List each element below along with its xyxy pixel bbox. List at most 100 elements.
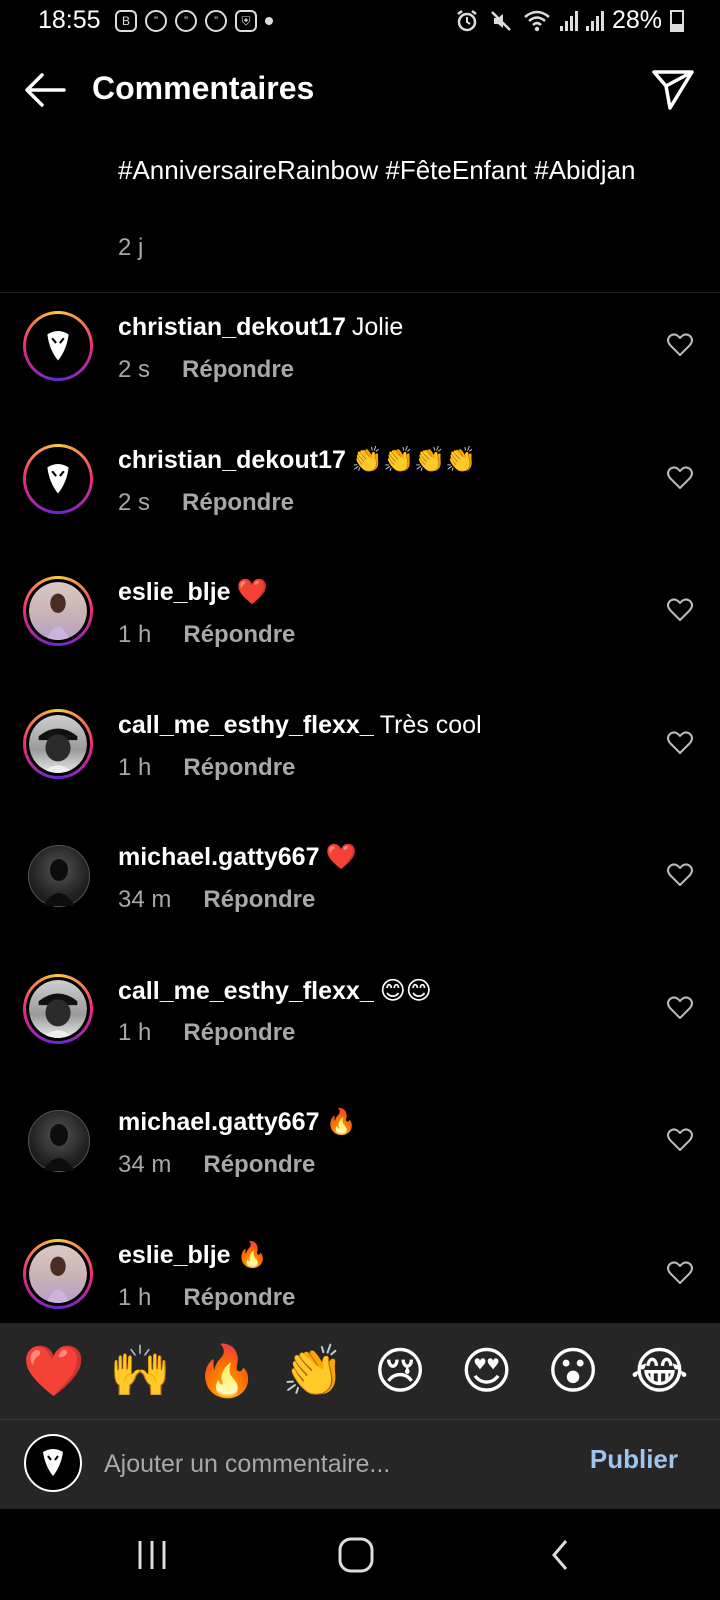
avatar[interactable] bbox=[23, 1238, 93, 1309]
mute-icon bbox=[491, 10, 511, 31]
comment-row[interactable]: eslie_blje 🔥 1 h Répondre bbox=[0, 1221, 720, 1324]
avatar[interactable] bbox=[23, 708, 93, 779]
heart-icon[interactable] bbox=[666, 861, 694, 889]
reply-button[interactable]: Répondre bbox=[183, 621, 295, 649]
comments-list[interactable]: christian_dekout17 Jolie 2 s Répondre christ… bbox=[0, 293, 720, 1323]
emoji-button[interactable]: 😍 bbox=[455, 1341, 519, 1401]
system-nav-bar bbox=[0, 1509, 720, 1600]
comment-row[interactable]: call_me_esthy_flexx_ Très cool 1 h Répondre bbox=[0, 691, 720, 826]
comment-username[interactable]: michael.gatty667 bbox=[118, 1108, 320, 1136]
emoji-button[interactable]: 🙌 bbox=[109, 1341, 173, 1401]
emoji-button[interactable]: 😂 bbox=[628, 1341, 692, 1401]
reply-button[interactable]: Répondre bbox=[183, 1019, 295, 1047]
comment-username[interactable]: christian_dekout17 bbox=[118, 446, 346, 474]
comment-time: 1 h bbox=[118, 753, 152, 781]
comment-body: michael.gatty667 🔥 bbox=[118, 1108, 357, 1137]
page-title: Commentaires bbox=[92, 70, 315, 106]
comment-username[interactable]: michael.gatty667 bbox=[118, 843, 320, 871]
comment-username[interactable]: call_me_esthy_flexx_ bbox=[118, 977, 374, 1005]
b-app-icon: B bbox=[115, 10, 137, 32]
recents-icon[interactable] bbox=[122, 1531, 182, 1579]
comment-meta: 2 s Répondre bbox=[118, 489, 294, 517]
quote-icon: ” bbox=[175, 10, 197, 32]
emoji-button[interactable]: 😮 bbox=[541, 1341, 605, 1401]
heart-icon[interactable] bbox=[666, 1126, 694, 1154]
avatar[interactable] bbox=[28, 845, 90, 907]
comment-body: call_me_esthy_flexx_ 😊😊 bbox=[118, 976, 432, 1006]
alarm-icon bbox=[457, 9, 477, 31]
quote-icon: ” bbox=[145, 10, 167, 32]
heart-icon[interactable] bbox=[666, 729, 694, 757]
comment-body: michael.gatty667 ❤️ bbox=[118, 843, 357, 872]
reply-button[interactable]: Répondre bbox=[203, 886, 315, 914]
heart-icon[interactable] bbox=[666, 464, 694, 492]
comment-meta: 34 m Répondre bbox=[118, 1151, 315, 1179]
home-icon[interactable] bbox=[326, 1531, 386, 1579]
comment-time: 1 h bbox=[118, 1018, 152, 1046]
comment-body: call_me_esthy_flexx_ Très cool bbox=[118, 711, 482, 740]
heart-icon[interactable] bbox=[666, 596, 694, 624]
avatar[interactable] bbox=[23, 576, 93, 646]
comment-row[interactable]: christian_dekout17 👏👏👏👏 2 s Répondre bbox=[0, 426, 720, 561]
comment-text: 🔥 bbox=[325, 1108, 357, 1136]
reply-button[interactable]: Répondre bbox=[182, 356, 294, 384]
send-icon[interactable] bbox=[648, 64, 698, 114]
quote-icon: ” bbox=[205, 10, 227, 32]
emoji-button[interactable]: ❤️ bbox=[22, 1341, 86, 1401]
heart-icon[interactable] bbox=[666, 331, 694, 359]
reply-button[interactable]: Répondre bbox=[183, 1284, 295, 1312]
status-time: 18:55 bbox=[38, 6, 101, 34]
comment-meta: 1 h Répondre bbox=[118, 1019, 295, 1047]
back-arrow-icon[interactable] bbox=[20, 68, 70, 112]
battery-icon bbox=[670, 9, 684, 32]
comment-username[interactable]: eslie_blje bbox=[118, 1241, 231, 1269]
comment-meta: 1 h Répondre bbox=[118, 621, 295, 649]
comment-row[interactable]: michael.gatty667 ❤️ 34 m Répondre bbox=[0, 823, 720, 958]
avatar[interactable] bbox=[23, 311, 93, 381]
more-notifications-dot bbox=[265, 17, 273, 25]
reply-button[interactable]: Répondre bbox=[203, 1151, 315, 1179]
publish-button[interactable]: Publier bbox=[590, 1444, 678, 1475]
emoji-button[interactable]: 😢 bbox=[368, 1341, 432, 1401]
comment-body: christian_dekout17 👏👏👏👏 bbox=[118, 446, 476, 475]
emoji-button[interactable]: 🔥 bbox=[195, 1341, 259, 1401]
comment-text: 😊😊 bbox=[379, 976, 432, 1005]
notification-icons: B ” ” ” ⛨ bbox=[115, 10, 273, 32]
comment-row[interactable]: call_me_esthy_flexx_ 😊😊 1 h Répondre bbox=[0, 956, 720, 1091]
comment-body: eslie_blje ❤️ bbox=[118, 578, 268, 607]
emoji-quick-bar: ❤️ 🙌 🔥 👏 😢 😍 😮 😂 bbox=[0, 1323, 720, 1419]
reply-button[interactable]: Répondre bbox=[183, 754, 295, 782]
comment-meta: 1 h Répondre bbox=[118, 1284, 295, 1312]
avatar bbox=[24, 1434, 82, 1492]
mask-avatar-icon bbox=[43, 1449, 63, 1476]
comment-username[interactable]: christian_dekout17 bbox=[118, 313, 346, 341]
back-icon[interactable] bbox=[530, 1531, 590, 1579]
comment-meta: 2 s Répondre bbox=[118, 356, 294, 384]
comment-text: Jolie bbox=[351, 313, 404, 341]
comment-text: ❤️ bbox=[236, 578, 268, 606]
comment-row[interactable]: michael.gatty667 🔥 34 m Répondre bbox=[0, 1088, 720, 1223]
post-caption: #AnniversaireRainbow #FêteEnfant #Abidja… bbox=[118, 155, 636, 185]
heart-icon[interactable] bbox=[666, 994, 694, 1022]
heart-icon[interactable] bbox=[666, 1259, 694, 1287]
avatar[interactable] bbox=[28, 1110, 90, 1172]
comment-row[interactable]: eslie_blje ❤️ 1 h Répondre bbox=[0, 558, 720, 693]
comment-composer: Publier bbox=[0, 1419, 720, 1510]
comment-time: 34 m bbox=[118, 886, 172, 913]
comment-row[interactable]: christian_dekout17 Jolie 2 s Répondre bbox=[0, 293, 720, 428]
comment-username[interactable]: call_me_esthy_flexx_ bbox=[118, 711, 374, 739]
reply-button[interactable]: Répondre bbox=[182, 489, 294, 517]
comment-input[interactable] bbox=[102, 1434, 566, 1494]
comment-time: 2 s bbox=[118, 356, 151, 383]
avatar[interactable] bbox=[23, 973, 93, 1044]
emoji-button[interactable]: 👏 bbox=[282, 1341, 346, 1401]
avatar[interactable] bbox=[23, 443, 93, 514]
comment-meta: 1 h Répondre bbox=[118, 754, 295, 782]
status-bar: 18:55 B ” ” ” ⛨ 28% bbox=[0, 0, 720, 48]
comment-meta: 34 m Répondre bbox=[118, 886, 315, 914]
comment-username[interactable]: eslie_blje bbox=[118, 578, 231, 606]
wifi-icon bbox=[524, 10, 550, 31]
header: Commentaires bbox=[0, 50, 720, 130]
comment-text: Très cool bbox=[379, 710, 482, 739]
comment-text: 👏👏👏👏 bbox=[351, 445, 477, 474]
